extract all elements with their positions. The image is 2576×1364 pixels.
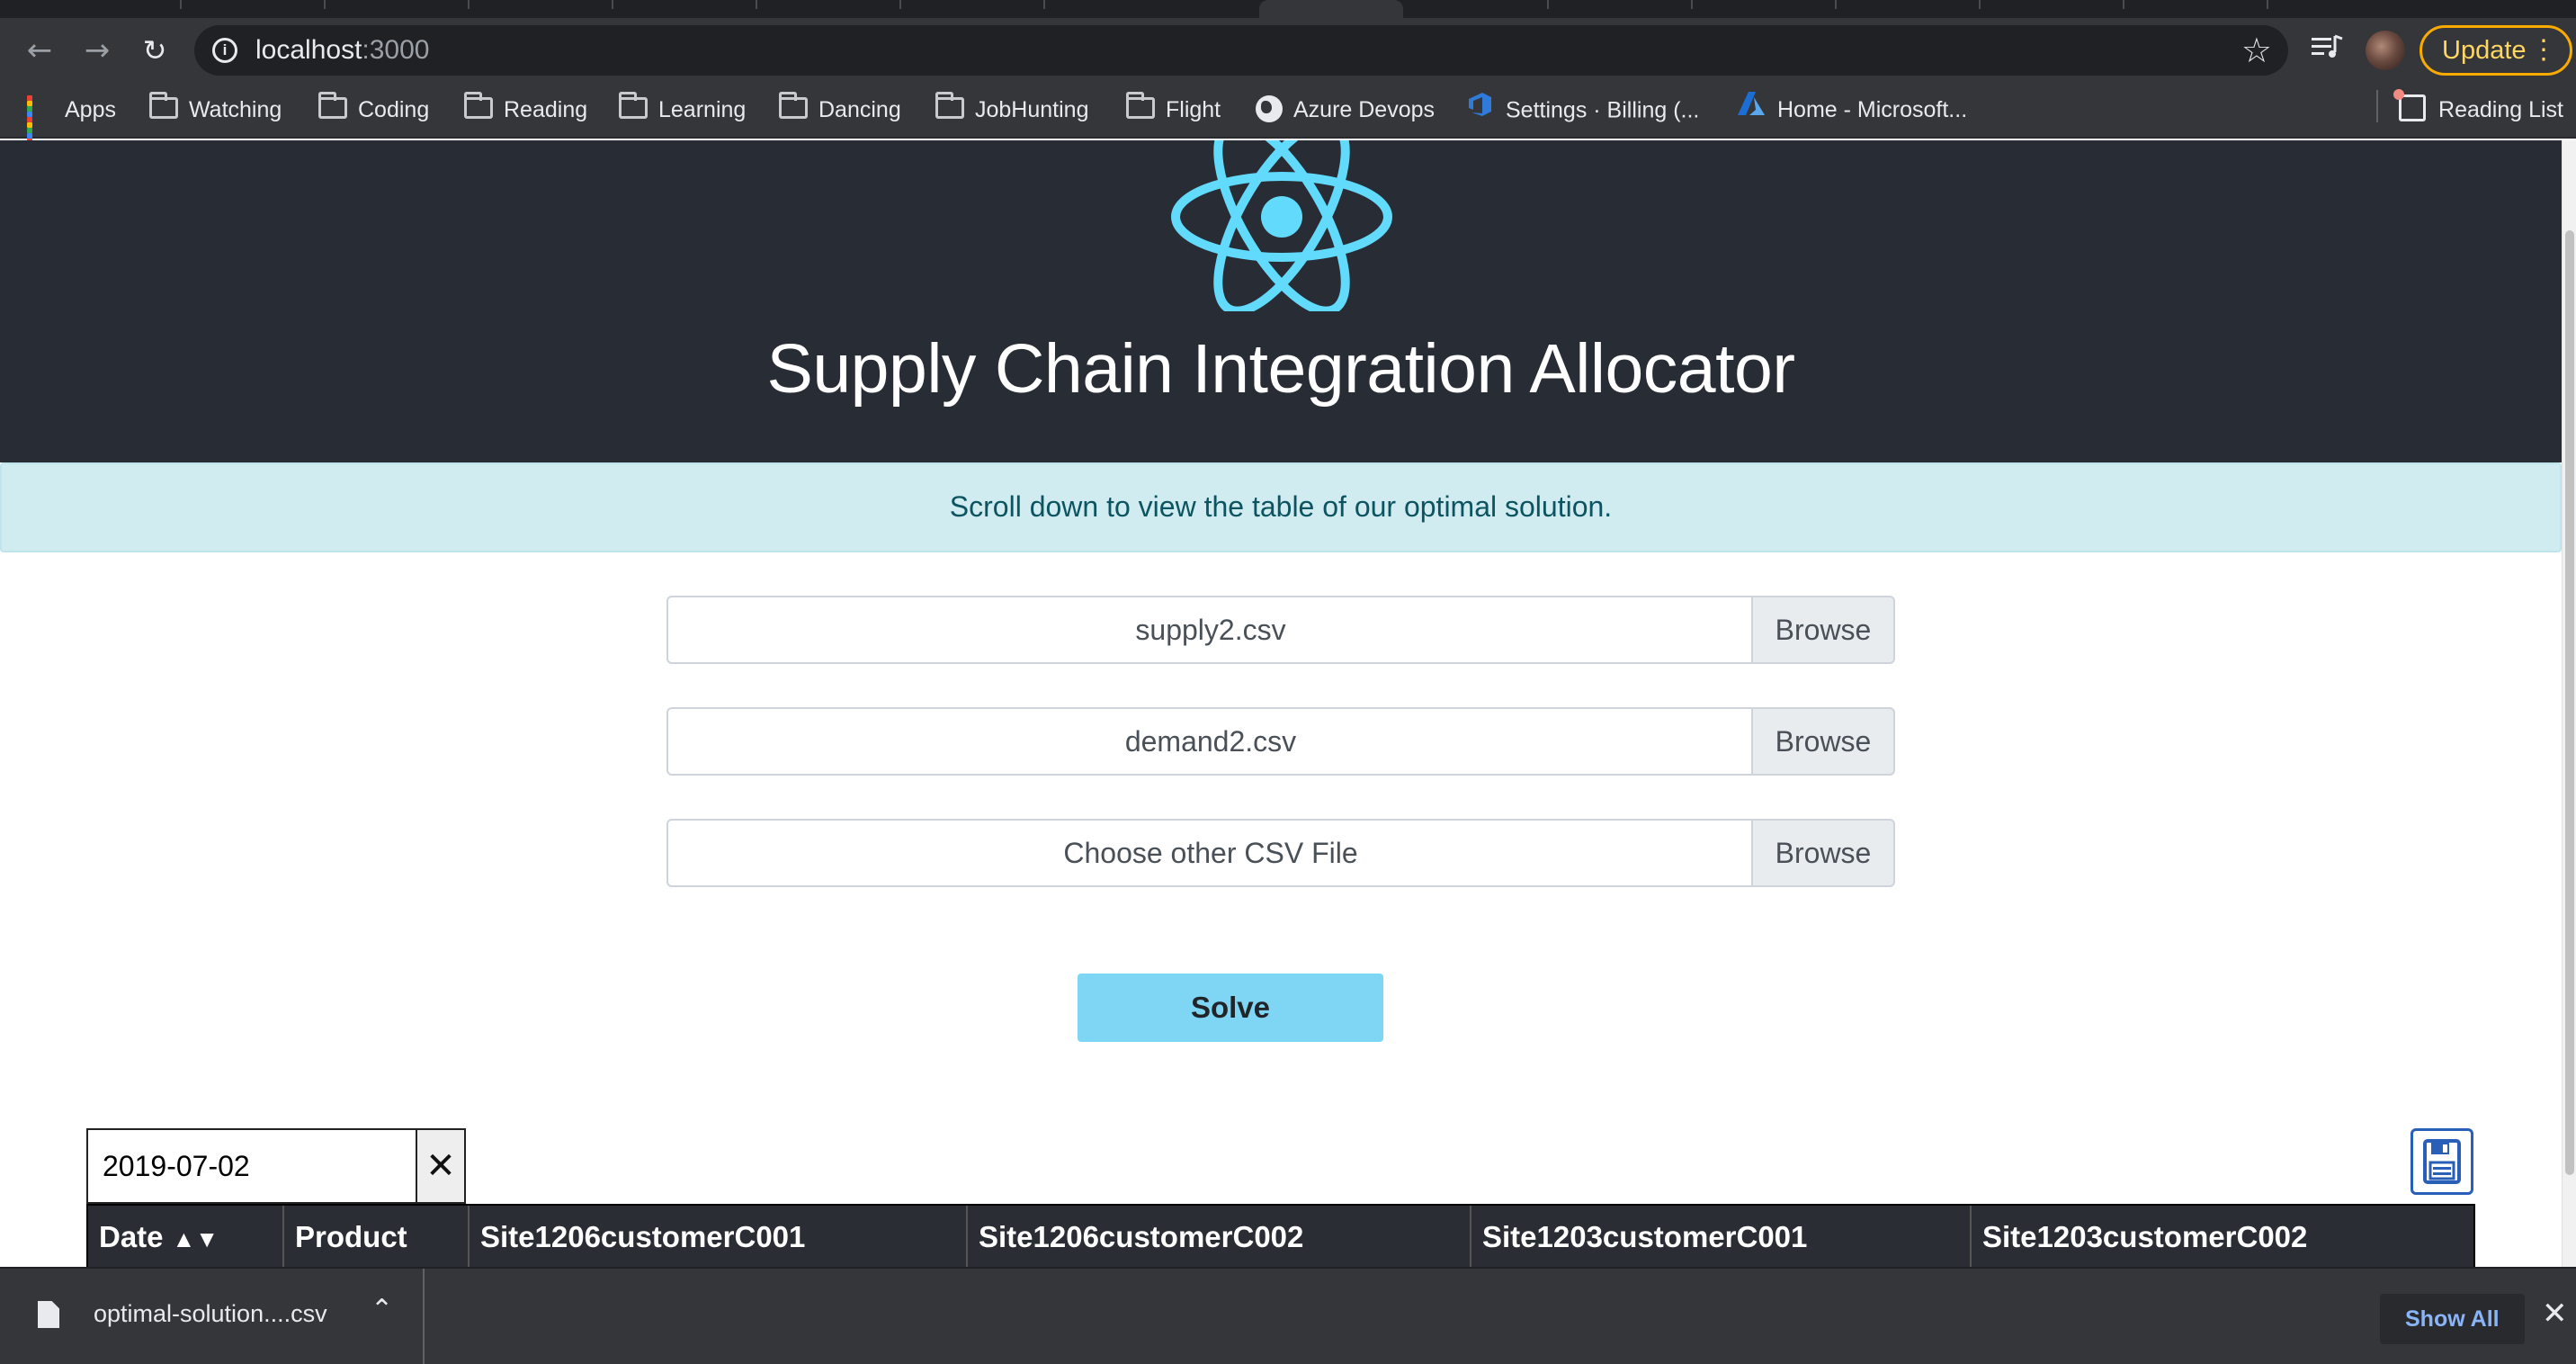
solve-button[interactable]: Solve xyxy=(1078,974,1383,1042)
clear-filter-button[interactable]: ✕ xyxy=(416,1128,466,1204)
azure-icon xyxy=(1736,92,1767,130)
column-header-date[interactable]: Date ▲▼ xyxy=(88,1206,284,1267)
page-title: Supply Chain Integration Allocator xyxy=(766,330,1795,408)
bookmark-flight[interactable]: Flight xyxy=(1126,92,1221,128)
url-text[interactable]: localhost:3000 xyxy=(255,35,429,66)
demand-file-input[interactable]: demand2.csv Browse xyxy=(666,707,1895,776)
bookmarks-bar: Apps Watching Coding Reading Learning Da… xyxy=(0,81,2576,145)
column-header-site1203-c001[interactable]: Site1203customerC001 xyxy=(1471,1206,1972,1267)
supply-file-input[interactable]: supply2.csv Browse xyxy=(666,596,1895,664)
back-arrow-icon[interactable]: ← xyxy=(23,34,56,67)
folder-icon xyxy=(935,92,964,120)
media-control-icon[interactable] xyxy=(2310,32,2344,71)
site-info-icon[interactable]: i xyxy=(212,38,237,63)
bookmarks-divider xyxy=(2376,90,2378,122)
column-header-site1206-c002[interactable]: Site1206customerC002 xyxy=(968,1206,1471,1267)
bookmark-dancing[interactable]: Dancing xyxy=(779,92,901,128)
apps-grid-icon xyxy=(27,95,54,145)
file-input-label[interactable]: demand2.csv xyxy=(666,707,1753,776)
bookmark-settings-billing[interactable]: Settings · Billing (... xyxy=(1466,92,1699,128)
reading-list-icon xyxy=(2393,89,2427,122)
save-csv-button[interactable] xyxy=(2411,1128,2473,1195)
browse-button[interactable]: Browse xyxy=(1751,819,1895,887)
column-header-site1206-c001[interactable]: Site1206customerC001 xyxy=(470,1206,968,1267)
download-file-name[interactable]: optimal-solution....csv xyxy=(94,1296,327,1332)
bookmark-jobhunting[interactable]: JobHunting xyxy=(935,92,1088,128)
react-logo xyxy=(1171,140,1392,311)
file-input-label[interactable]: Choose other CSV File xyxy=(666,819,1753,887)
bookmark-star-icon[interactable]: ☆ xyxy=(2241,31,2272,70)
profile-avatar[interactable] xyxy=(2366,31,2405,70)
file-input-label[interactable]: supply2.csv xyxy=(666,596,1753,664)
browse-button[interactable]: Browse xyxy=(1751,596,1895,664)
globe-icon xyxy=(1256,95,1283,123)
folder-icon xyxy=(1126,92,1155,120)
sort-arrows-icon[interactable]: ▲▼ xyxy=(173,1225,219,1252)
solution-table-header: Date ▲▼ Product Site1206customerC001 Site… xyxy=(86,1204,2475,1267)
reload-icon[interactable]: ↻ xyxy=(139,34,171,67)
other-file-input[interactable]: Choose other CSV File Browse xyxy=(666,819,1895,887)
forward-arrow-icon[interactable]: → xyxy=(81,34,113,67)
page-scrollbar[interactable] xyxy=(2562,140,2576,1267)
reading-list[interactable]: Reading List xyxy=(2393,89,2563,128)
azure-devops-icon xyxy=(1466,92,1495,131)
chevron-up-icon[interactable]: ⌃ xyxy=(371,1294,393,1325)
download-item[interactable]: optimal-solution....csv ⌃ xyxy=(0,1269,425,1364)
file-icon xyxy=(38,1301,59,1328)
app-header: Supply Chain Integration Allocator xyxy=(0,140,2562,462)
folder-icon xyxy=(619,92,648,120)
folder-icon xyxy=(779,92,808,120)
folder-icon xyxy=(464,92,493,120)
bookmark-azure-devops[interactable]: Azure Devops xyxy=(1256,92,1435,128)
tab-strip xyxy=(0,0,2576,18)
info-alert: Scroll down to view the table of our opt… xyxy=(0,462,2562,552)
update-button[interactable]: Update ⋮ xyxy=(2419,25,2572,76)
browser-toolbar: ← → ↻ i localhost:3000 ☆ Update ⋮ xyxy=(0,18,2576,81)
scrollbar-thumb[interactable] xyxy=(2565,230,2574,1175)
date-filter-input[interactable]: 2019-07-02 xyxy=(86,1128,417,1204)
folder-icon xyxy=(149,92,178,120)
menu-dots-icon[interactable]: ⋮ xyxy=(2530,28,2557,73)
active-tab[interactable] xyxy=(1259,0,1403,18)
bookmark-watching[interactable]: Watching xyxy=(149,92,282,128)
address-bar[interactable]: i localhost:3000 ☆ xyxy=(194,25,2288,76)
column-header-site1203-c002[interactable]: Site1203customerC002 xyxy=(1972,1206,2473,1267)
browse-button[interactable]: Browse xyxy=(1751,707,1895,776)
column-header-product[interactable]: Product xyxy=(284,1206,470,1267)
page-content: Supply Chain Integration Allocator Scrol… xyxy=(0,140,2562,1267)
bookmark-reading[interactable]: Reading xyxy=(464,92,587,128)
close-icon[interactable]: ✕ xyxy=(2542,1296,2568,1332)
downloads-shelf: optimal-solution....csv ⌃ Show All ✕ xyxy=(0,1267,2576,1364)
bookmark-learning[interactable]: Learning xyxy=(619,92,746,128)
bookmark-home-microsoft[interactable]: Home - Microsoft... xyxy=(1736,92,1967,128)
folder-icon xyxy=(318,92,347,120)
bookmark-coding[interactable]: Coding xyxy=(318,92,429,128)
floppy-disk-icon xyxy=(2423,1139,2461,1184)
show-all-button[interactable]: Show All xyxy=(2380,1294,2525,1344)
bookmark-apps[interactable]: Apps xyxy=(27,92,116,145)
